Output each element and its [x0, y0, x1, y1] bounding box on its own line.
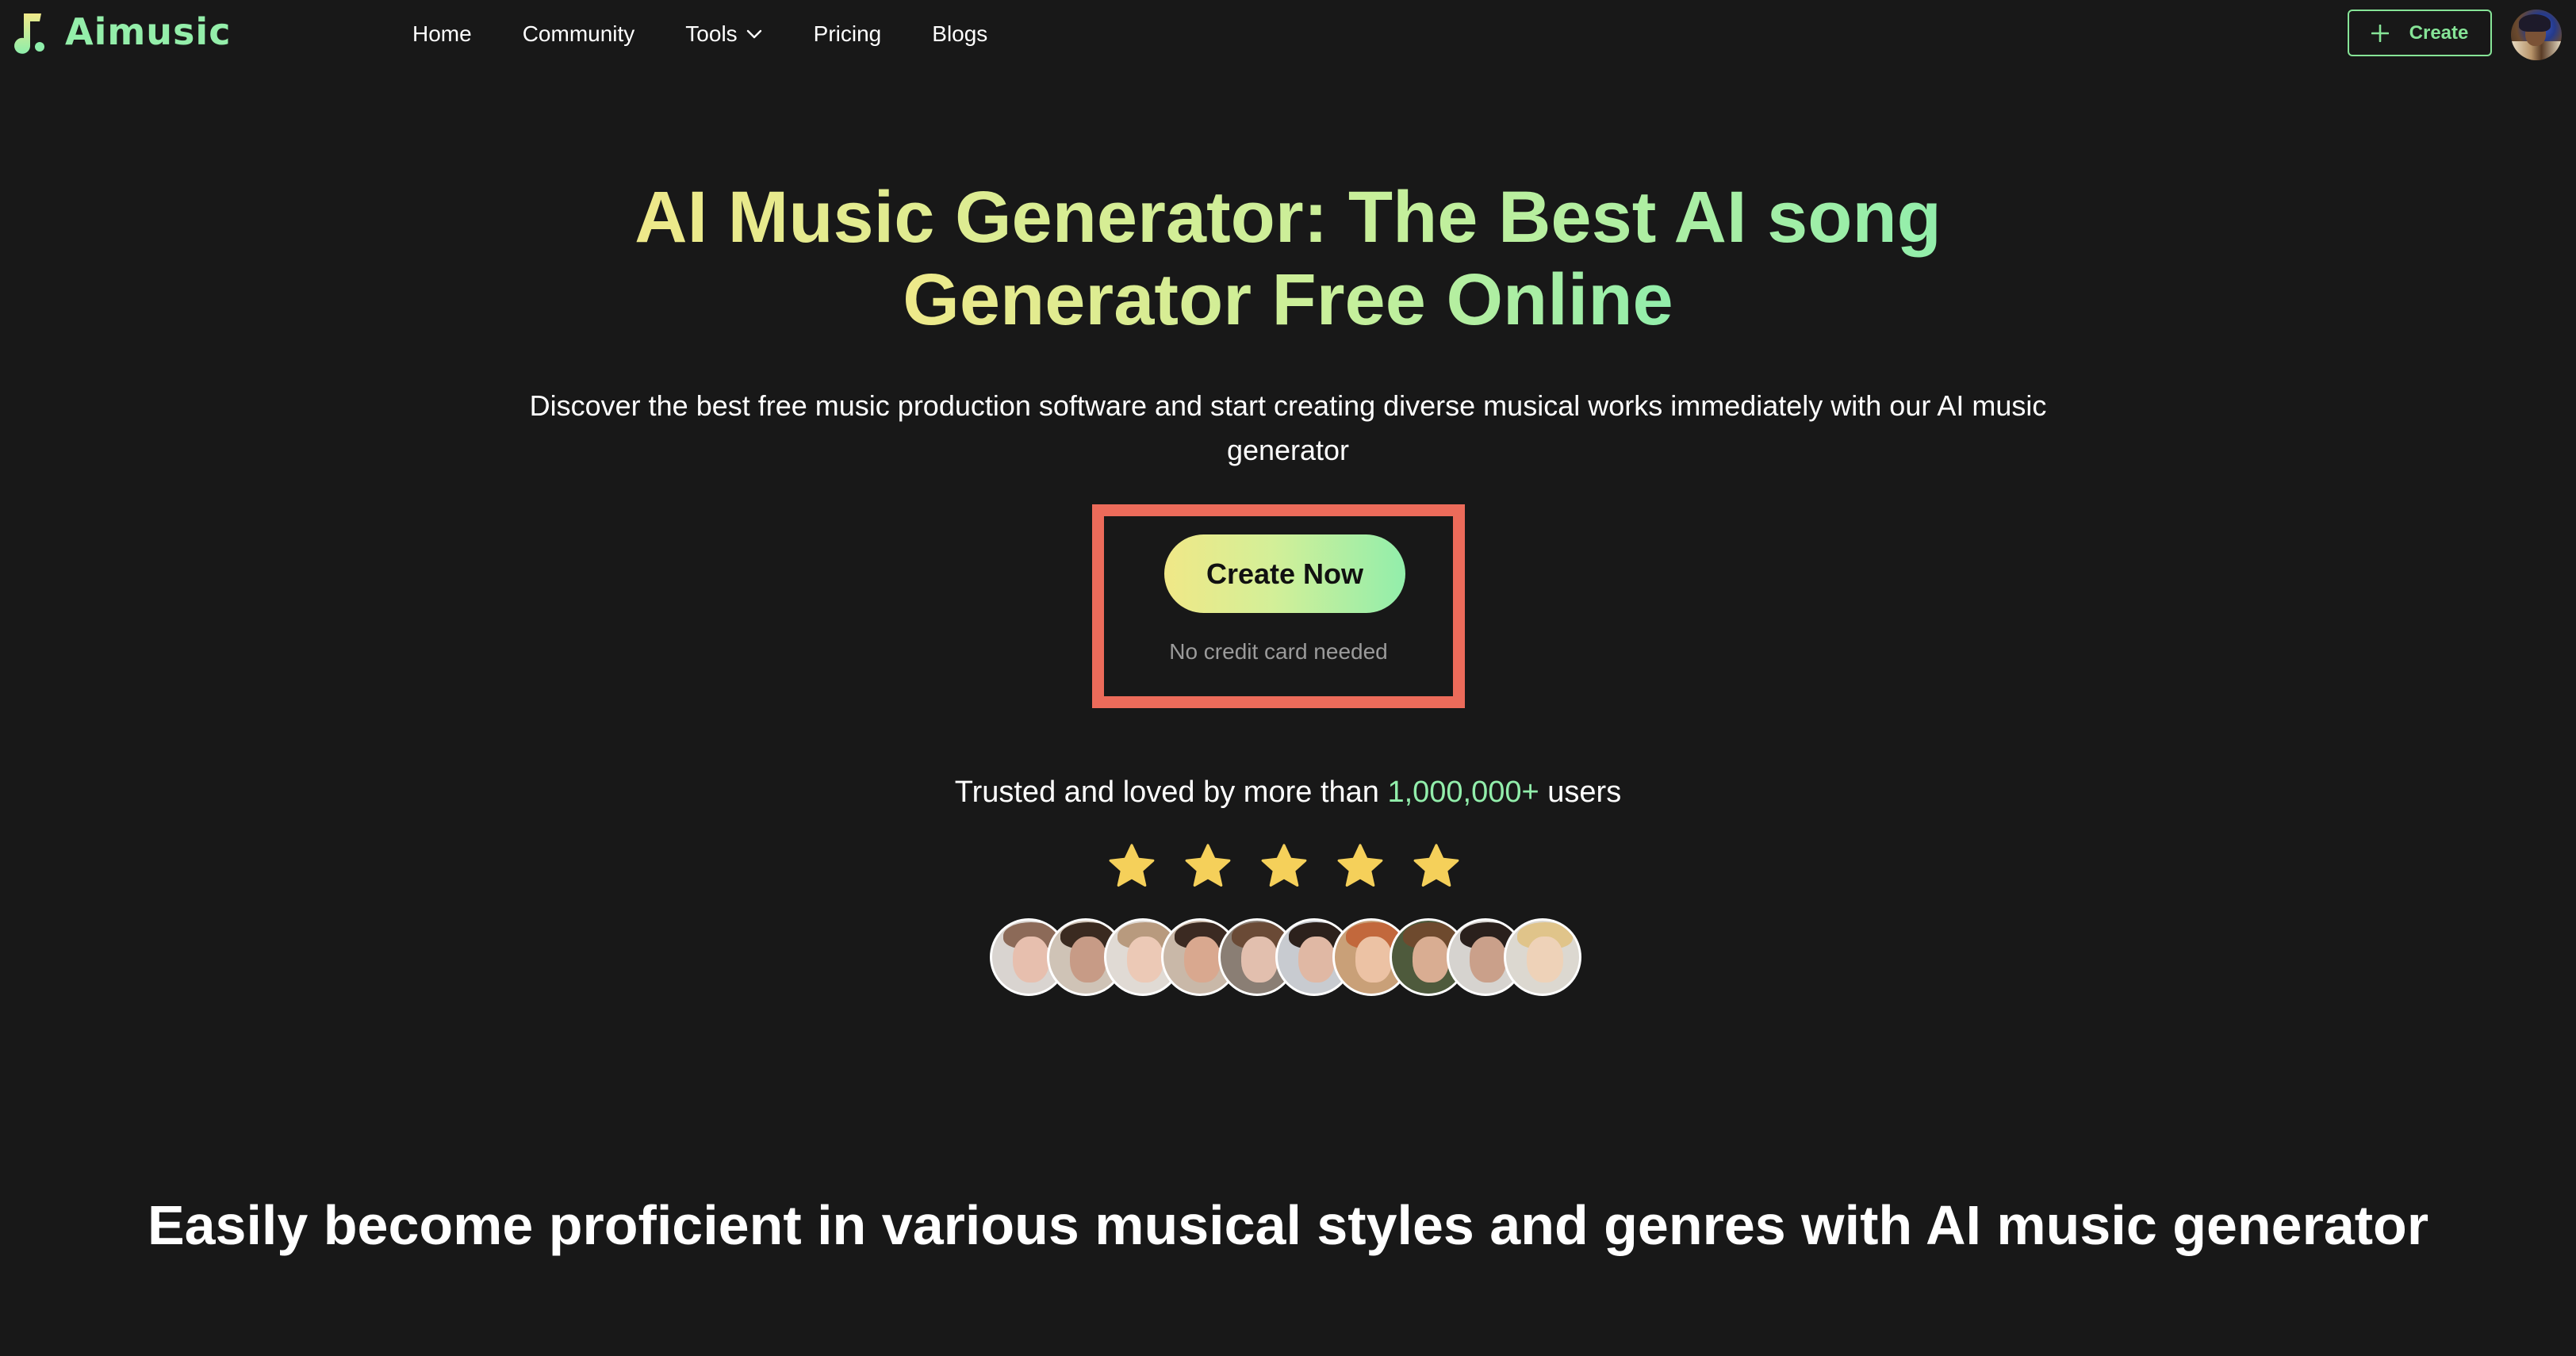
avatar-face: [1184, 937, 1221, 983]
trusted-by-text: Trusted and loved by more than 1,000,000…: [0, 776, 2576, 810]
nav-blogs[interactable]: Blogs: [932, 21, 987, 47]
create-now-button[interactable]: Create Now: [1164, 534, 1405, 613]
star-icon: [1413, 844, 1459, 887]
plus-icon: [2371, 24, 2389, 42]
nav-tools-dropdown[interactable]: Tools: [685, 21, 762, 47]
trusted-suffix: users: [1539, 776, 1622, 809]
section-title: Easily become proficient in various musi…: [147, 1194, 2429, 1256]
nav-home[interactable]: Home: [412, 21, 472, 47]
hero-subtitle: Discover the best free music production …: [529, 389, 2047, 466]
trusted-prefix: Trusted and loved by more than: [954, 776, 1388, 809]
avatar-face: [1527, 937, 1563, 983]
header-create-label: Create: [2409, 21, 2469, 44]
chevron-down-icon: [746, 29, 761, 39]
avatar-face: [1298, 937, 1335, 983]
nav-community[interactable]: Community: [523, 21, 635, 47]
main-nav: Home Community Tools Pricing Blogs: [412, 16, 987, 52]
avatar-face: [1013, 937, 1049, 983]
music-note-icon: [14, 13, 44, 54]
nav-pricing-label: Pricing: [813, 21, 882, 46]
nav-pricing[interactable]: Pricing: [814, 21, 882, 47]
nav-blogs-label: Blogs: [932, 21, 988, 46]
star-icon: [1261, 844, 1307, 887]
avatar-face: [1355, 937, 1392, 983]
user-avatars-row: [990, 918, 1581, 996]
star-icon: [1109, 844, 1155, 887]
user-face-avatar: [1504, 918, 1581, 996]
avatar-face: [1127, 937, 1163, 983]
hero-title-line-1: AI Music Generator: The Best AI song: [634, 177, 1942, 258]
nav-tools-label: Tools: [685, 21, 738, 46]
no-credit-card-note: No credit card needed: [1169, 639, 1388, 664]
avatar-face: [1413, 937, 1449, 983]
nav-home-label: Home: [412, 21, 472, 46]
avatar-face: [1241, 937, 1278, 983]
logo-link[interactable]: Aimusic: [11, 11, 231, 56]
star-icon: [1185, 844, 1231, 887]
hero-title-line-2: Generator Free Online: [903, 259, 1673, 340]
star-icon: [1337, 844, 1383, 887]
star-rating: [1107, 842, 1461, 891]
header-create-button[interactable]: Create: [2348, 10, 2492, 56]
logo-text: Aimusic: [65, 10, 232, 53]
hero-title: AI Music Generator: The Best AI song Gen…: [0, 176, 2576, 341]
top-navigation-bar: Aimusic Home Community Tools Pricing Blo…: [0, 0, 2576, 70]
user-avatar[interactable]: [2511, 10, 2562, 60]
avatar-face: [1470, 937, 1506, 983]
avatar-face: [1070, 937, 1106, 983]
user-count: 1,000,000+: [1387, 776, 1539, 809]
avatar-hair: [2519, 14, 2551, 32]
nav-community-label: Community: [522, 21, 635, 46]
